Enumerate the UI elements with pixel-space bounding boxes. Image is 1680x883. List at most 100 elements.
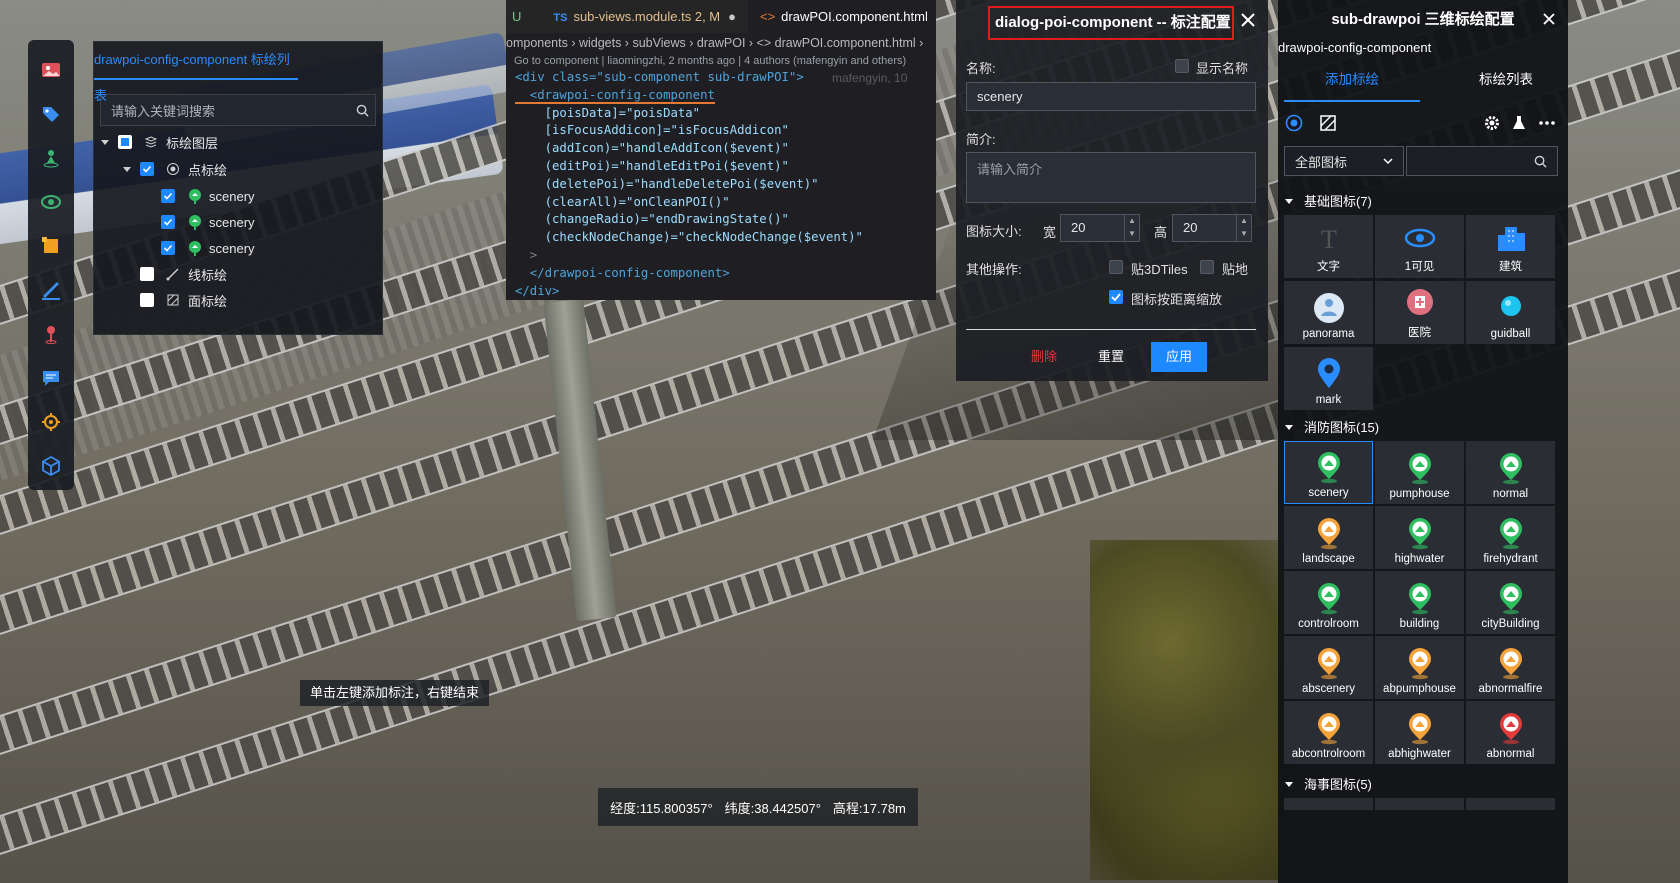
icon-cell[interactable]: 1可见 [1375,215,1464,278]
delete-button[interactable]: 删除 [1022,342,1066,372]
search-input[interactable]: 请输入关键词搜索 [101,101,349,120]
tree-label-item: scenery [209,188,255,204]
tool-tag[interactable] [34,97,68,131]
icon-cell[interactable]: abpumphouse [1375,636,1464,699]
tool-view[interactable] [34,185,68,219]
name-field[interactable]: scenery [966,82,1256,111]
scale-by-distance-checkbox[interactable] [1109,290,1123,304]
icon-cell[interactable]: abnormalfire [1466,636,1555,699]
close-icon[interactable] [1240,12,1256,28]
reset-button[interactable]: 重置 [1089,342,1133,372]
tool-model[interactable] [34,141,68,175]
tree-node-lines[interactable]: 线标绘 [140,262,227,286]
chevron-down-icon[interactable]: ▼ [1237,228,1251,241]
icon-cell-partial[interactable] [1466,798,1555,810]
checkbox-item[interactable] [161,189,175,203]
area-mode-icon[interactable] [1319,114,1337,132]
checkbox-root[interactable] [118,135,132,149]
group-basic-icons[interactable]: 基础图标(7) [1284,191,1372,210]
codelens-blame[interactable]: Go to component | liaomingzhi, 2 months … [506,53,936,69]
chevron-up-icon[interactable]: ▲ [1237,215,1251,228]
icon-cell-partial[interactable] [1284,798,1373,810]
tree-node-item[interactable]: scenery [161,184,255,208]
group-maritime-icons[interactable]: 海事图标(5) [1284,774,1372,793]
search-icon[interactable] [1534,155,1547,168]
icon-cell[interactable]: mark [1284,347,1373,410]
icon-cell[interactable]: abnormal [1466,701,1555,764]
tab-add-plot[interactable]: 添加标绘 [1284,62,1420,102]
clamp-3dtiles-checkbox[interactable] [1109,260,1123,274]
close-icon[interactable] [1542,12,1556,26]
tab-sub-views-module[interactable]: TS sub-views.module.ts 2, M ● [541,0,748,33]
checkbox-item[interactable] [161,215,175,229]
icon-cell[interactable]: cityBuilding [1466,571,1555,634]
chevron-down-icon[interactable]: ▼ [1125,228,1139,241]
icon-cell[interactable]: highwater [1375,506,1464,569]
icon-cell[interactable]: normal [1466,441,1555,504]
checkbox-lines[interactable] [140,267,154,281]
tool-settings[interactable] [34,405,68,439]
checkbox-item[interactable] [161,241,175,255]
caret-down-icon[interactable] [1284,422,1294,432]
icon-cell[interactable]: T 文字 [1284,215,1373,278]
fire-marker-icon [1499,583,1522,615]
gear-icon[interactable] [1483,114,1501,132]
checkbox-areas[interactable] [140,293,154,307]
icon-cell[interactable]: guidball [1466,281,1555,344]
tree-node-areas[interactable]: 面标绘 [140,288,227,312]
height-input[interactable]: 20 ▲ ▼ [1172,214,1252,242]
layer-search-box[interactable]: 请输入关键词搜索 [100,94,376,126]
icon-cell[interactable]: firehydrant [1466,506,1555,569]
caret-down-icon[interactable] [100,137,110,147]
icon-cell[interactable]: abhighwater [1375,701,1464,764]
width-input[interactable]: 20 ▲ ▼ [1060,214,1140,242]
width-stepper[interactable]: ▲ ▼ [1124,215,1139,241]
show-name-checkbox[interactable] [1175,59,1189,73]
icon-filter-select[interactable]: 全部图标 [1284,146,1404,176]
tree-node-item[interactable]: scenery [161,210,255,234]
caret-down-icon[interactable] [1284,779,1294,789]
icon-cell[interactable]: panorama [1284,281,1373,344]
icon-cell[interactable]: building [1375,571,1464,634]
icon-cell[interactable]: abcontrolroom [1284,701,1373,764]
code-body[interactable]: <div class="sub-component sub-drawPOI"> … [506,69,936,300]
tool-point[interactable] [34,317,68,351]
description-field[interactable]: 请输入简介 [966,152,1256,203]
tool-comment[interactable] [34,361,68,395]
caret-down-icon[interactable] [122,164,132,174]
breadcrumb[interactable]: omponents › widgets › subViews › drawPOI… [506,33,936,53]
icon-cell[interactable]: abscenery [1284,636,1373,699]
icon-cell-partial[interactable] [1375,798,1464,810]
tool-measure[interactable] [34,273,68,307]
icon-cell[interactable]: landscape [1284,506,1373,569]
height-stepper[interactable]: ▲ ▼ [1236,215,1251,241]
icon-cell[interactable]: controlroom [1284,571,1373,634]
tool-cube[interactable] [34,449,68,483]
tab-plot-list[interactable]: 标绘列表 [1438,62,1574,100]
point-mode-icon[interactable] [1285,114,1303,132]
icon-cell[interactable]: scenery [1284,441,1373,504]
filter-select-value: 全部图标 [1295,154,1348,170]
checkbox-points[interactable] [140,162,154,176]
chevron-up-icon[interactable]: ▲ [1125,215,1139,228]
tree-node-root[interactable]: 标绘图层 [100,130,218,154]
tab-plot-list[interactable]: drawpoi-config-component 标绘列表 [94,42,298,103]
caret-down-icon[interactable] [1284,196,1294,206]
clamp-ground-checkbox[interactable] [1200,260,1214,274]
icon-search-input[interactable] [1406,146,1558,176]
point-radio-icon [167,163,179,175]
flask-icon[interactable] [1510,114,1528,132]
more-icon[interactable] [1537,114,1557,132]
icon-cell[interactable]: 建筑 [1466,215,1555,278]
tool-area[interactable] [34,229,68,263]
apply-button[interactable]: 应用 [1151,342,1207,372]
tab-untracked[interactable]: U [506,0,541,33]
group-fire-icons[interactable]: 消防图标(15) [1284,417,1379,436]
tool-image[interactable] [34,53,68,87]
icon-cell[interactable]: pumphouse [1375,441,1464,504]
search-icon[interactable] [349,97,375,123]
tab-drawpoi-html[interactable]: <>drawPOI.component.html✕ [747,0,936,33]
tree-node-item[interactable]: scenery [161,236,255,260]
icon-cell[interactable]: 医院 [1375,281,1464,344]
tree-node-points[interactable]: 点标绘 [122,157,227,181]
